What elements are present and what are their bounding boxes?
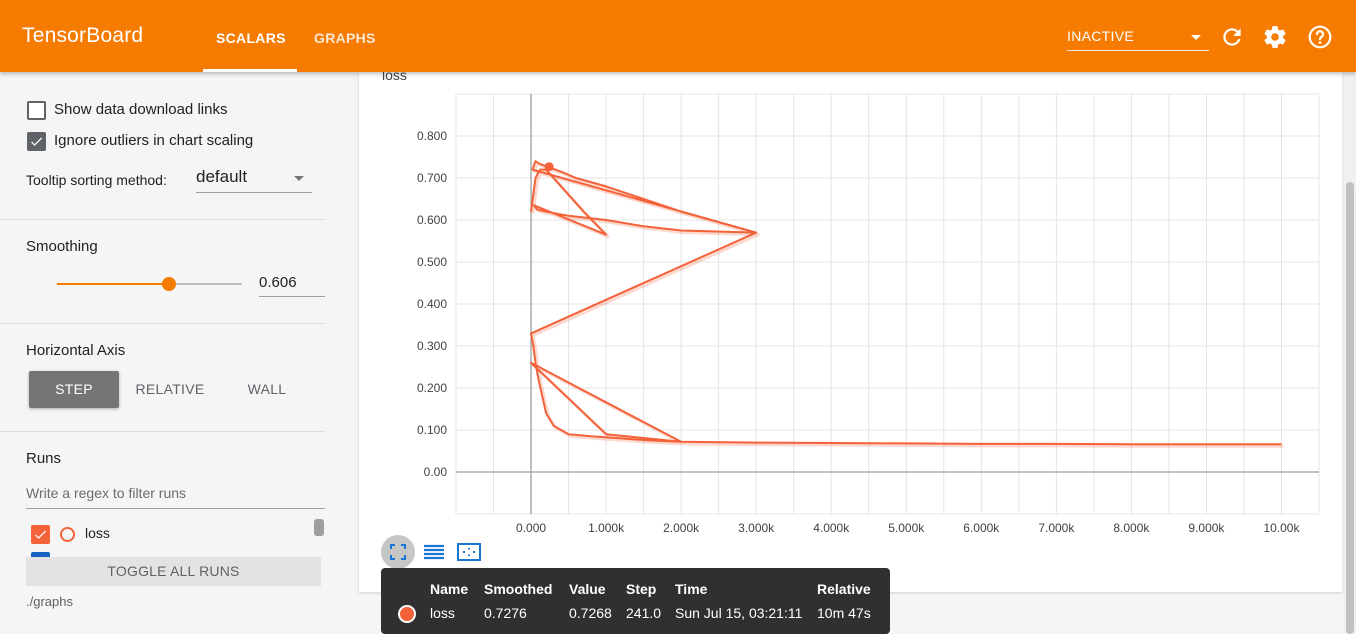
zoom-selection-icon (457, 543, 481, 561)
tooltip-time: Sun Jul 15, 03:21:11 (675, 605, 803, 621)
smoothing-value: 0.606 (259, 274, 297, 291)
y-tick-label: 0.600 (417, 213, 447, 227)
tooltip-header-name: Name (430, 581, 469, 597)
run-status-dropdown[interactable]: INACTIVE (1067, 26, 1209, 51)
x-tick-label: 0.000 (516, 521, 546, 532)
runs-scrollbar[interactable] (314, 519, 324, 536)
runs-title: Runs (26, 450, 62, 467)
chart-tooltip: Name Smoothed Value Step Time Relative l… (381, 568, 890, 634)
smoothing-slider-fill (57, 283, 170, 285)
run-loss-checkbox[interactable] (31, 525, 50, 544)
tooltip-header-relative: Relative (817, 581, 871, 597)
x-tick-label: 3.000k (738, 521, 775, 532)
main-scrollbar[interactable] (1344, 72, 1356, 634)
tooltip-sorting-value: default (196, 167, 248, 186)
tooltip-relative: 10m 47s (817, 605, 871, 621)
tab-scalars[interactable]: SCALARS (216, 30, 286, 46)
logdir-label: ./graphs (26, 594, 73, 609)
tooltip-header-time: Time (675, 581, 708, 597)
chevron-down-icon (294, 176, 304, 181)
x-tick-label: 4.000k (813, 521, 850, 532)
active-tab-indicator (203, 69, 297, 72)
run-filter-placeholder: Write a regex to filter runs (26, 485, 187, 501)
toggle-all-runs-button[interactable]: TOGGLE ALL RUNS (26, 557, 321, 586)
tooltip-header-smoothed: Smoothed (484, 581, 553, 597)
ignore-outliers-checkbox[interactable] (27, 132, 46, 151)
tooltip-run-name: loss (430, 605, 455, 621)
run-status-value: INACTIVE (1067, 28, 1134, 44)
fit-domain-button[interactable] (381, 535, 415, 569)
app-brand: TensorBoard (22, 24, 144, 47)
axis-step-button[interactable]: STEP (29, 371, 119, 408)
x-tick-label: 10.00k (1263, 521, 1300, 532)
run-color-swatch (398, 605, 416, 623)
section-divider (0, 323, 325, 324)
y-tick-label: 0.400 (417, 297, 447, 311)
toggle-log-scale-button[interactable] (417, 535, 451, 569)
run-color-circle-icon (60, 527, 75, 542)
x-tick-label: 9.000k (1188, 521, 1225, 532)
tab-graphs[interactable]: GRAPHS (314, 30, 376, 46)
section-divider (0, 431, 325, 432)
y-tick-label: 0.100 (417, 423, 447, 437)
x-tick-label: 7.000k (1038, 521, 1075, 532)
refresh-icon[interactable] (1219, 24, 1245, 50)
x-tick-label: 2.000k (663, 521, 700, 532)
section-divider (0, 219, 325, 220)
run-name-label: loss (85, 525, 110, 541)
toggle-log-scale-icon (424, 544, 444, 560)
x-tick-label: 6.000k (963, 521, 1000, 532)
tooltip-sorting-dropdown[interactable]: default (196, 164, 312, 193)
axis-relative-button[interactable]: RELATIVE (125, 371, 215, 408)
show-download-links-checkbox[interactable] (27, 101, 46, 120)
smoothing-slider[interactable] (57, 277, 242, 291)
loss-chart[interactable]: 0.00 0.100 0.200 0.300 0.400 0.500 0.600 0.700 0… (359, 72, 1342, 532)
main-scrollbar-thumb[interactable] (1346, 182, 1354, 634)
x-tick-label: 8.000k (1113, 521, 1150, 532)
tooltip-raw-value: 0.7268 (569, 605, 612, 621)
x-tick-label: 5.000k (888, 521, 925, 532)
tooltip-smoothed-value: 0.7276 (484, 605, 527, 621)
ignore-outliers-label: Ignore outliers in chart scaling (54, 132, 254, 149)
y-tick-label: 0.300 (417, 339, 447, 353)
y-tick-label: 0.00 (424, 465, 448, 479)
axis-wall-button[interactable]: WALL (222, 371, 312, 408)
top-app-bar: TensorBoard SCALARS GRAPHS INACTIVE (0, 0, 1356, 72)
smoothing-slider-knob[interactable] (162, 277, 177, 291)
tooltip-sorting-label: Tooltip sorting method: (26, 172, 167, 188)
y-tick-label: 0.800 (417, 129, 447, 143)
y-tick-label: 0.200 (417, 381, 447, 395)
y-tick-label: 0.700 (417, 171, 447, 185)
highlighted-point (544, 162, 554, 172)
horizontal-axis-title: Horizontal Axis (26, 342, 126, 359)
zoom-selection-button[interactable] (452, 535, 486, 569)
settings-gear-icon[interactable] (1262, 24, 1288, 50)
show-download-links-label: Show data download links (54, 101, 228, 118)
help-icon[interactable] (1307, 24, 1333, 50)
tooltip-header-step: Step (626, 581, 657, 597)
chevron-down-icon (1191, 35, 1201, 40)
x-tick-label: 1.000k (588, 521, 625, 532)
tooltip-header-value: Value (569, 581, 606, 597)
tooltip-step: 241.0 (626, 605, 662, 621)
smoothing-input[interactable]: 0.606 (259, 268, 325, 297)
run-filter-input[interactable]: Write a regex to filter runs (26, 482, 325, 509)
y-tick-label: 0.500 (417, 255, 447, 269)
fit-domain-icon (390, 544, 406, 560)
series-raw-line (531, 161, 1284, 448)
sidebar: Show data download links Ignore outliers… (0, 72, 345, 634)
smoothing-title: Smoothing (26, 238, 98, 255)
